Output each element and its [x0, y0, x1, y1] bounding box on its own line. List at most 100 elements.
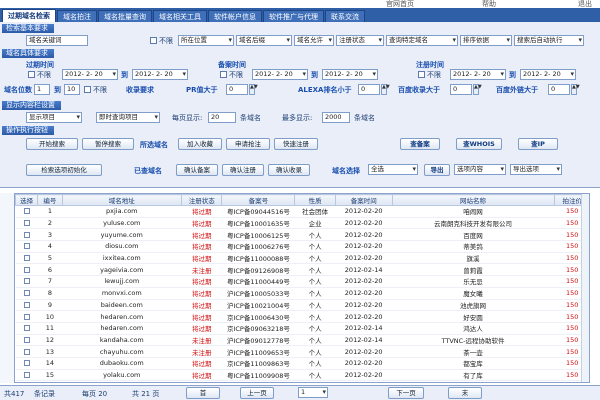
table-row[interactable]: 4 diosu.com 将过期 粤ICP备10006276号 个人 2012-02-20 蒂… — [15, 240, 589, 253]
check-record-button[interactable]: 查备案 — [400, 138, 440, 150]
length-to-input[interactable]: 10 — [64, 84, 80, 95]
position-select[interactable]: 所在位置 — [178, 35, 234, 46]
row-checkbox[interactable] — [23, 255, 30, 262]
confirm-record-button[interactable]: 确认备案 — [176, 164, 218, 176]
pr-input[interactable]: 0 — [226, 84, 248, 95]
keyword-nolimit-checkbox[interactable] — [150, 37, 157, 44]
baidu-outlink-spinner[interactable]: ▲▼ — [571, 84, 580, 95]
record-from-date[interactable]: 2012- 2- 20 — [252, 69, 308, 80]
table-row[interactable]: 14 dubaoku.com 将过期 京ICP备11009863号 个人 2012-02-… — [15, 357, 589, 370]
length-from-input[interactable]: 1 — [34, 84, 50, 95]
reg-from-date[interactable]: 2012- 2- 20 — [450, 69, 506, 80]
table-row[interactable]: 12 kandaha.com 未注册 沪ICP备09012778号 个人 2012-02-… — [15, 334, 589, 347]
length-nolimit-checkbox[interactable] — [84, 86, 91, 93]
row-checkbox[interactable] — [23, 208, 30, 215]
row-checkbox[interactable] — [23, 290, 30, 297]
auto-run-select[interactable]: 搜索后自动执行 — [514, 35, 584, 46]
confirm-register-button[interactable]: 确认注册 — [222, 164, 264, 176]
baidu-include-input[interactable]: 0 — [450, 84, 472, 95]
prev-page-button[interactable]: 上一页 — [240, 387, 274, 399]
row-checkbox[interactable] — [23, 348, 30, 355]
alexa-input[interactable]: 0 — [358, 84, 380, 95]
pr-spinner[interactable]: ▲▼ — [249, 84, 258, 95]
table-row[interactable]: 6 yageivia.com 未注册 粤ICP备09126908号 个人 2012-02-… — [15, 263, 589, 277]
column-header[interactable]: 注册状态 — [180, 194, 223, 206]
tab-domain-tools[interactable]: 域名相关工具 — [153, 10, 207, 22]
table-row[interactable]: 9 baideen.com 将过期 沪ICP备10021004号 个人 2012-02-2… — [15, 299, 589, 312]
row-checkbox[interactable] — [23, 325, 30, 332]
row-checkbox[interactable] — [23, 243, 30, 250]
max-input[interactable]: 2000 — [322, 112, 350, 123]
check-ip-button[interactable]: 查IP — [518, 138, 558, 150]
row-checkbox[interactable] — [23, 266, 30, 273]
tab-domain-grab[interactable]: 域名拍注 — [57, 10, 97, 22]
tab-batch-query[interactable]: 域名批量查询 — [98, 10, 152, 22]
table-row[interactable]: 13 chayuhu.com 未注册 沪ICP备11009653号 个人 2012-02-… — [15, 345, 589, 358]
reg-status-select[interactable]: 注册状态 — [336, 35, 384, 46]
table-row[interactable]: 7 lewujj.com 将过期 粤ICP备11000449号 个人 2012-02-20… — [15, 275, 589, 288]
table-vertical-scrollbar[interactable] — [581, 194, 589, 382]
first-page-button[interactable]: 首 — [186, 387, 220, 399]
column-header[interactable]: 域名地址 — [61, 194, 183, 206]
table-row[interactable]: 2 yuluse.com 将过期 粤ICP备10001635号 企业 2012-02-20… — [15, 217, 589, 230]
reg-nolimit-checkbox[interactable] — [418, 71, 425, 78]
record-to-date[interactable]: 2012- 2- 20 — [322, 69, 378, 80]
export-content-select[interactable]: 选项内容 — [454, 164, 506, 175]
keyword-input[interactable]: 域名关键词 — [26, 35, 88, 46]
sort-select[interactable]: 排序依据 — [460, 35, 512, 46]
page-select[interactable]: 1 — [298, 387, 328, 398]
table-row[interactable]: 15 yolaku.com 将过期 粤ICP备11009908号 个人 2012-02-2… — [15, 369, 589, 382]
expire-to-date[interactable]: 2012- 2- 20 — [132, 69, 188, 80]
table-row[interactable]: 11 hedaren.com 将过期 京ICP备09063218号 个人 2012-02-… — [15, 322, 589, 335]
last-page-button[interactable]: 末 — [448, 387, 482, 399]
show-items-select[interactable]: 显示项目 — [26, 112, 82, 123]
column-header[interactable]: 网站名称 — [391, 194, 555, 206]
pause-search-button[interactable]: 暂停搜索 — [82, 138, 134, 150]
row-checkbox[interactable] — [23, 313, 30, 320]
row-checkbox[interactable] — [23, 231, 30, 238]
table-row[interactable]: 3 yuyume.com 将过期 粤ICP备10006125号 个人 2012-02-20… — [15, 228, 589, 242]
domain-type-select[interactable]: 域名允许 — [294, 35, 334, 46]
column-header[interactable]: 性质 — [294, 194, 336, 206]
reg-to-date[interactable]: 2012- 2- 20 — [520, 69, 576, 80]
suffix-select[interactable]: 域名后缀 — [236, 35, 292, 46]
column-header[interactable]: 编号 — [37, 194, 63, 206]
column-header[interactable]: 备案号 — [221, 194, 296, 206]
instant-query-select[interactable]: 即时查询项目 — [96, 112, 160, 123]
row-checkbox[interactable] — [23, 360, 30, 367]
row-checkbox[interactable] — [23, 336, 30, 343]
table-row[interactable]: 5 ixxitea.com 将过期 粤ICP备11000088号 个人 2012-02-2… — [15, 252, 589, 265]
row-checkbox[interactable] — [23, 301, 30, 308]
start-search-button[interactable]: 开始搜索 — [26, 138, 78, 150]
baidu-include-spinner[interactable]: ▲▼ — [473, 84, 482, 95]
expire-from-date[interactable]: 2012- 2- 20 — [62, 69, 118, 80]
table-row[interactable]: 10 hedaren.com 将过期 京ICP备10006430号 个人 2012-02-… — [15, 310, 589, 323]
next-page-button[interactable]: 下一页 — [388, 387, 424, 399]
add-favorite-button[interactable]: 加入收藏 — [178, 138, 222, 150]
row-checkbox[interactable] — [23, 220, 30, 227]
apply-grab-button[interactable]: 申请抢注 — [226, 138, 270, 150]
check-whois-button[interactable]: 查WHOIS — [456, 138, 502, 150]
expire-nolimit-checkbox[interactable] — [28, 71, 35, 78]
filter-init-button[interactable]: 检索选项初始化 — [26, 164, 102, 176]
per-page-input[interactable]: 20 — [208, 112, 236, 123]
quick-register-button[interactable]: 快速注册 — [274, 138, 318, 150]
table-row[interactable]: 1 pxjia.com 将过期 粤ICP备09044516号 社会团体 2012-02-2… — [15, 205, 589, 218]
row-checkbox[interactable] — [23, 371, 30, 378]
tab-contact[interactable]: 联系交流 — [325, 10, 365, 22]
select-all-dropdown[interactable]: 全选 — [368, 164, 418, 175]
record-nolimit-checkbox[interactable] — [220, 71, 227, 78]
alexa-spinner[interactable]: ▲▼ — [381, 84, 390, 95]
tab-expired-search[interactable]: 过期域名检索 — [2, 9, 56, 22]
baidu-outlink-input[interactable]: 0 — [548, 84, 570, 95]
confirm-include-button[interactable]: 确认收录 — [268, 164, 310, 176]
column-header[interactable]: 选择 — [15, 194, 39, 206]
export-options-select[interactable]: 导出选项 — [510, 164, 562, 175]
query-domain-select[interactable]: 查询特定域名 — [386, 35, 458, 46]
export-button[interactable]: 导出 — [424, 164, 450, 176]
tab-account-info[interactable]: 软件帐户信息 — [208, 10, 262, 22]
row-checkbox[interactable] — [23, 278, 30, 285]
table-row[interactable]: 8 monvxi.com 将过期 沪ICP备10005033号 个人 2012-02-20… — [15, 287, 589, 300]
tab-promotion[interactable]: 软件推广与代理 — [263, 10, 324, 22]
column-header[interactable]: 备案时间 — [334, 194, 393, 206]
